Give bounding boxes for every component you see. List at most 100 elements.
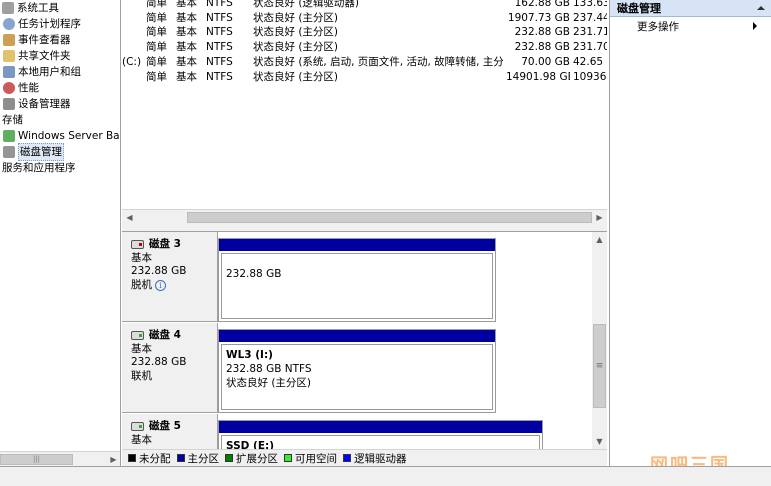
- volume-row[interactable]: 简单 基本 NTFS 状态良好 (主分区) 232.88 GB 231.70: [122, 40, 607, 55]
- actions-header[interactable]: 磁盘管理: [610, 0, 771, 17]
- legend-item: 可用空间: [284, 451, 337, 466]
- disk-info[interactable]: 磁盘 3 基本 232.88 GB 脱机 i: [122, 232, 218, 322]
- disk-size: 232.88 GB: [131, 356, 187, 368]
- disk-type: 基本: [131, 251, 152, 264]
- tree-item[interactable]: 性能: [0, 80, 120, 96]
- legend-item: 逻辑驱动器: [343, 451, 407, 466]
- partition-body[interactable]: WL3 (I:) 232.88 GB NTFS 状态良好 (主分区): [221, 344, 493, 410]
- partition-body[interactable]: SSD (E:): [221, 435, 540, 449]
- legend-label: 主分区: [187, 452, 220, 465]
- volume-type: 基本: [176, 70, 197, 83]
- tree-item[interactable]: 磁盘管理: [0, 143, 120, 161]
- tree-item-label: 本地用户和组: [18, 66, 81, 78]
- tree-item[interactable]: 本地用户和组: [0, 64, 120, 80]
- disk-name: 磁盘 3: [131, 238, 217, 252]
- tree-items: 系统工具 任务计划程序 事件查看器共享文件夹本地用户和组 性能设备管理器存储 Windo…: [0, 0, 120, 176]
- disk-state: 脱机 i: [131, 279, 217, 293]
- volume-fs: NTFS: [206, 11, 233, 24]
- disk-graphical-view: 磁盘 3 基本 232.88 GB 脱机 i 232.88 GB 磁盘 4 基本 232.88 …: [122, 232, 592, 449]
- disk-state-label: 脱机: [131, 278, 152, 291]
- info-icon[interactable]: i: [155, 279, 166, 291]
- disk-vertical-scrollbar[interactable]: ▲ ≡ ▼: [592, 232, 607, 449]
- tree-item[interactable]: 系统工具: [0, 0, 120, 16]
- partition-block[interactable]: 232.88 GB: [218, 238, 496, 322]
- tree-scroll-thumb[interactable]: |||: [0, 453, 73, 465]
- disk-name: 磁盘 5: [131, 420, 217, 434]
- partition-body[interactable]: 232.88 GB: [221, 253, 493, 319]
- scroll-down-icon[interactable]: ▼: [592, 434, 607, 449]
- disk-row: 磁盘 5 基本 SSD (E:): [122, 414, 592, 449]
- partition-size: 232.88 GB NTFS: [226, 363, 312, 375]
- volume-type: 基本: [176, 11, 197, 24]
- tree-scroll-track[interactable]: |||: [0, 453, 106, 466]
- disk-size: 232.88 GB: [131, 265, 187, 277]
- legend-item: 未分配: [128, 451, 171, 466]
- volume-layout: 简单: [146, 41, 167, 54]
- volume-fs: NTFS: [206, 55, 233, 68]
- collapse-icon[interactable]: [757, 6, 765, 10]
- more-actions-item[interactable]: 更多操作: [610, 17, 771, 35]
- partition-bar: [219, 239, 495, 251]
- volume-status: 状态良好 (系统, 启动, 页面文件, 活动, 故障转储, 主分区): [253, 55, 503, 68]
- tree-item-label: 设备管理器: [18, 98, 71, 110]
- volume-capacity: 70.00 GB: [521, 55, 570, 68]
- tree-item[interactable]: 存储: [0, 112, 120, 128]
- volume-row[interactable]: (C:) 简单 基本 NTFS 状态良好 (系统, 启动, 页面文件, 活动, 故障转储…: [122, 55, 607, 70]
- volume-fs: NTFS: [206, 41, 233, 54]
- legend-label: 扩展分区: [236, 452, 278, 465]
- tree-item[interactable]: 任务计划程序: [0, 16, 120, 32]
- volume-list: 简单 基本 NTFS 状态良好 (逻辑驱动器) 162.88 GB 133.63 简单 基本 N…: [122, 0, 607, 209]
- volume-scroll-track[interactable]: [137, 211, 592, 224]
- tree-item[interactable]: 事件查看器: [0, 32, 120, 48]
- partition-block[interactable]: WL3 (I:) 232.88 GB NTFS 状态良好 (主分区): [218, 329, 496, 413]
- scroll-up-icon[interactable]: ▲: [592, 232, 607, 247]
- volume-layout: 简单: [146, 0, 167, 9]
- legend-label: 逻辑驱动器: [354, 452, 407, 465]
- tree-horizontal-scrollbar[interactable]: ||| ▶: [0, 451, 120, 466]
- volume-row[interactable]: 简单 基本 NTFS 状态良好 (主分区) 232.88 GB 231.71: [122, 25, 607, 40]
- tree-item[interactable]: Windows Server Back: [0, 128, 120, 144]
- pane-splitter[interactable]: [122, 224, 607, 232]
- tree-item[interactable]: 设备管理器: [0, 96, 120, 112]
- disk-management-icon: [3, 146, 15, 158]
- legend-swatch: [343, 454, 351, 462]
- status-bar: [0, 466, 771, 486]
- volume-row[interactable]: 简单 基本 NTFS 状态良好 (主分区) 14901.98 GB 10936.: [122, 70, 607, 85]
- disk-info[interactable]: 磁盘 4 基本 232.88 GB 联机: [122, 323, 218, 413]
- partition-legend: 未分配 主分区 扩展分区 可用空间 逻辑驱动器: [122, 449, 607, 466]
- volume-status: 状态良好 (主分区): [253, 70, 339, 83]
- clock-icon: [3, 18, 15, 30]
- disk-scroll-thumb[interactable]: ≡: [593, 324, 606, 408]
- volume-layout: 简单: [146, 70, 167, 83]
- tree-item[interactable]: 服务和应用程序: [0, 160, 120, 176]
- volume-type: 基本: [176, 26, 197, 39]
- scroll-left-icon[interactable]: ◀: [122, 209, 137, 225]
- volume-capacity: 1907.73 GB: [507, 11, 570, 24]
- scroll-right-icon[interactable]: ▶: [592, 209, 607, 225]
- legend-swatch: [176, 454, 185, 462]
- tree-item-label: 共享文件夹: [18, 50, 71, 62]
- disk-info[interactable]: 磁盘 5 基本: [122, 414, 218, 449]
- partition-size: 232.88 GB: [226, 268, 282, 280]
- volume-row[interactable]: 简单 基本 NTFS 状态良好 (逻辑驱动器) 162.88 GB 133.63: [122, 0, 607, 11]
- legend-swatch: [225, 454, 233, 462]
- legend-item: 扩展分区: [225, 451, 278, 466]
- volume-free: 10936.: [573, 70, 607, 83]
- disk-row: 磁盘 3 基本 232.88 GB 脱机 i 232.88 GB: [122, 232, 592, 322]
- volume-layout: 简单: [146, 55, 167, 68]
- volume-scroll-thumb[interactable]: [187, 211, 592, 223]
- users-icon: [3, 66, 15, 78]
- tree-item-label: 性能: [18, 82, 39, 94]
- volume-type: 基本: [176, 41, 197, 54]
- scroll-right-icon[interactable]: ▶: [106, 451, 120, 466]
- tree-item[interactable]: 共享文件夹: [0, 48, 120, 64]
- volume-horizontal-scrollbar[interactable]: ◀ ▶: [122, 209, 607, 225]
- volume-row[interactable]: 简单 基本 NTFS 状态良好 (主分区) 1907.73 GB 237.44: [122, 11, 607, 26]
- volume-status: 状态良好 (逻辑驱动器): [253, 0, 360, 9]
- partition-bar: [219, 330, 495, 342]
- partition-block[interactable]: SSD (E:): [218, 420, 543, 449]
- volume-name: (C:): [122, 55, 142, 68]
- disk-name: 磁盘 4: [131, 329, 217, 343]
- partition-bar: [219, 421, 542, 433]
- backup-icon: [3, 130, 15, 142]
